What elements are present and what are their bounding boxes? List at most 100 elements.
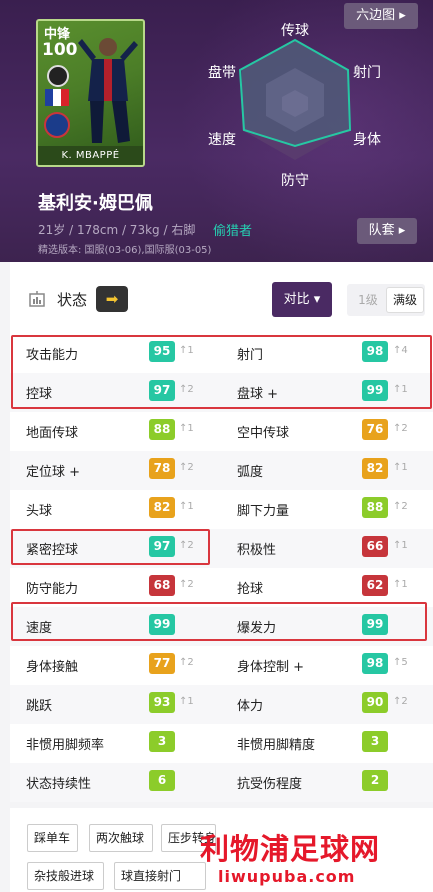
card-player-name: K. MBAPPÉ: [38, 146, 143, 165]
stat-cell: 控球 97 ↑2: [10, 373, 221, 412]
stat-cell: 射门 98 ↑4: [221, 334, 433, 373]
stat-value: 97: [149, 536, 175, 557]
stat-label: 盘球 +: [237, 387, 279, 402]
card-overall: 100: [42, 40, 78, 60]
playing-style[interactable]: 偷猎者: [213, 220, 252, 239]
stat-label: 抢球: [237, 582, 264, 597]
player-card[interactable]: 中锋 100 K. MBAPPÉ: [36, 19, 145, 167]
stat-value: 2: [362, 770, 388, 791]
stat-delta: ↑4: [393, 345, 408, 356]
stat-value: 99: [362, 614, 388, 635]
stat-delta: ↑2: [393, 423, 408, 434]
stat-label: 控球: [26, 387, 53, 402]
player-name: 基利安·姆巴佩: [38, 193, 153, 214]
stat-value: 98: [362, 653, 388, 674]
stat-row: 控球 97 ↑2 盘球 + 99 ↑1: [10, 373, 433, 412]
stat-delta: ↑2: [179, 384, 194, 395]
stat-label: 定位球 +: [26, 465, 81, 480]
radar-label-physical: 身体: [353, 132, 381, 148]
stat-value: 95: [149, 341, 175, 362]
stat-delta: ↑1: [179, 501, 194, 512]
stat-label: 射门: [237, 348, 264, 363]
condition-icon: [29, 291, 45, 307]
france-flag-icon: [45, 89, 69, 106]
radar-label-passing: 传球: [281, 23, 309, 39]
stat-value: 90: [362, 692, 388, 713]
stat-value: 97: [149, 380, 175, 401]
radar-label-shooting: 射门: [353, 65, 381, 81]
stat-label: 抗受伤程度: [237, 777, 303, 792]
stat-cell: 非惯用脚精度 3: [221, 724, 433, 763]
compare-button[interactable]: 对比 ▾: [272, 282, 332, 317]
skill-tag[interactable]: 压步转身: [161, 824, 216, 852]
stat-delta: ↑1: [179, 696, 194, 707]
stat-row: 头球 82 ↑1 脚下力量 88 ↑2: [10, 490, 433, 529]
skill-tag[interactable]: 球直接射门: [114, 862, 206, 890]
stat-value: 62: [362, 575, 388, 596]
stat-row: 跳跃 93 ↑1 体力 90 ↑2: [10, 685, 433, 724]
stat-row: 身体接触 77 ↑2 身体控制 + 98 ↑5: [10, 646, 433, 685]
radar-label-speed: 速度: [208, 132, 236, 148]
stat-label: 速度: [26, 621, 53, 636]
stat-cell: 头球 82 ↑1: [10, 490, 221, 529]
skill-tag[interactable]: 踩单车: [27, 824, 78, 852]
stat-label: 紧密控球: [26, 543, 79, 558]
skill-tag[interactable]: 杂技般进球: [27, 862, 104, 890]
stat-cell: 抗受伤程度 2: [221, 763, 433, 802]
stat-row: 紧密控球 97 ↑2 积极性 66 ↑1: [10, 529, 433, 568]
stat-value: 6: [149, 770, 175, 791]
level-1-option[interactable]: 1级: [351, 288, 385, 312]
stat-row: 状态持续性 6 抗受伤程度 2: [10, 763, 433, 802]
radar-label-dribbling: 盘带: [208, 65, 236, 81]
stat-label: 身体接触: [26, 660, 79, 675]
stat-cell: 跳跃 93 ↑1: [10, 685, 221, 724]
stat-value: 99: [149, 614, 175, 635]
stat-value: 77: [149, 653, 175, 674]
stat-label: 爆发力: [237, 621, 277, 636]
stat-row: 速度 99 爆发力 99: [10, 607, 433, 646]
stat-row: 地面传球 88 ↑1 空中传球 76 ↑2: [10, 412, 433, 451]
status-label: 状态: [57, 291, 88, 309]
stat-label: 跳跃: [26, 699, 53, 714]
stat-cell: 地面传球 88 ↑1: [10, 412, 221, 451]
stat-label: 地面传球: [26, 426, 79, 441]
stat-cell: 脚下力量 88 ↑2: [221, 490, 433, 529]
radar-label-defense: 防守: [281, 173, 309, 189]
stat-cell: 抢球 62 ↑1: [221, 568, 433, 607]
stat-cell: 状态持续性 6: [10, 763, 221, 802]
stat-value: 88: [362, 497, 388, 518]
stat-label: 非惯用脚精度: [237, 738, 316, 753]
stat-value: 3: [149, 731, 175, 752]
stat-cell: 速度 99: [10, 607, 221, 646]
stat-label: 积极性: [237, 543, 277, 558]
skill-tag[interactable]: 两次触球: [89, 824, 153, 852]
stat-cell: 身体接触 77 ↑2: [10, 646, 221, 685]
level-toggle: 1级 满级: [347, 284, 425, 316]
condition-arrow-icon[interactable]: ➡: [96, 286, 128, 312]
player-header: 中锋 100 K. MBAPPÉ 六边图 ▸ 传球 盘带 射门 速度 身体 防守…: [0, 0, 433, 262]
stat-delta: ↑1: [393, 384, 408, 395]
stat-delta: ↑5: [393, 657, 408, 668]
stat-cell: 盘球 + 99 ↑1: [221, 373, 433, 412]
kit-button[interactable]: 队套 ▸: [357, 218, 417, 244]
stat-delta: ↑1: [179, 345, 194, 356]
version-info: 精选版本: 国服(03-06),国际服(03-05): [38, 245, 212, 256]
stat-delta: ↑1: [393, 462, 408, 473]
level-max-option[interactable]: 满级: [387, 288, 423, 312]
stat-cell: 空中传球 76 ↑2: [221, 412, 433, 451]
stat-delta: ↑2: [179, 462, 194, 473]
player-info: 21岁 / 178cm / 73kg / 右脚: [38, 223, 196, 237]
stat-value: 3: [362, 731, 388, 752]
stats-table: 攻击能力 95 ↑1 射门 98 ↑4 控球 97 ↑2 盘球 + 99 ↑1 地面传球 88 ↑1 空中传球…: [10, 334, 433, 802]
club-crest-icon: [44, 112, 70, 138]
stat-label: 脚下力量: [237, 504, 290, 519]
stat-value: 76: [362, 419, 388, 440]
stat-value: 88: [149, 419, 175, 440]
stat-cell: 身体控制 + 98 ↑5: [221, 646, 433, 685]
stat-label: 头球: [26, 504, 53, 519]
status-bar: 状态 ➡ 对比 ▾ 1级 满级: [10, 262, 433, 334]
stat-value: 66: [362, 536, 388, 557]
stat-value: 93: [149, 692, 175, 713]
stat-value: 82: [362, 458, 388, 479]
stat-row: 攻击能力 95 ↑1 射门 98 ↑4: [10, 334, 433, 373]
